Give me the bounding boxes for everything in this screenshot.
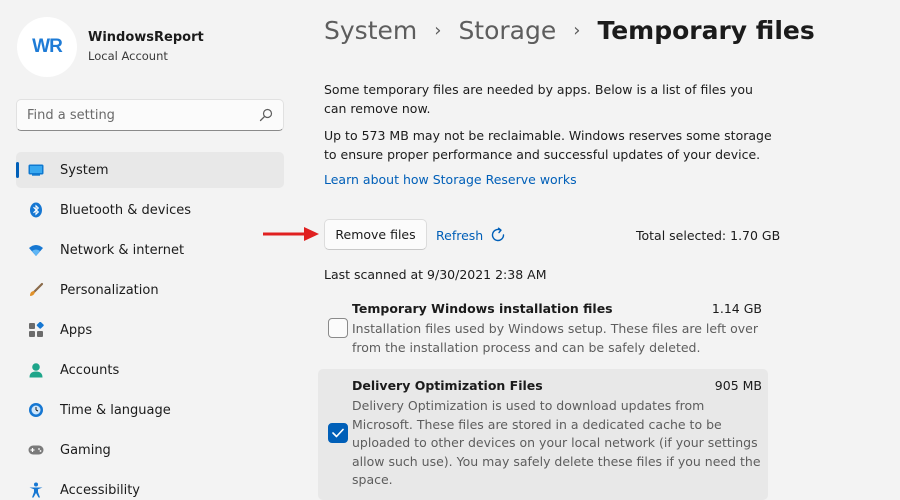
red-arrow-icon xyxy=(263,227,319,241)
search-input[interactable] xyxy=(27,107,259,123)
checkbox-delivery-optimization[interactable] xyxy=(328,423,348,443)
page-title: Temporary files xyxy=(597,16,815,45)
nav-item-personalization[interactable]: Personalization xyxy=(16,272,284,308)
file-item-temp-install[interactable]: Temporary Windows installation files 1.1… xyxy=(318,292,768,360)
nav-label-time-language: Time & language xyxy=(60,402,171,418)
nav-label-network: Network & internet xyxy=(60,242,185,258)
main-content: System › Storage › Temporary files Some … xyxy=(263,0,884,500)
file-size: 1.14 GB xyxy=(711,301,762,316)
accessibility-icon xyxy=(28,482,44,498)
breadcrumb-chevron-icon: › xyxy=(434,20,442,41)
refresh-label: Refresh xyxy=(436,227,484,243)
file-title: Temporary Windows installation files xyxy=(352,301,613,316)
brush-icon xyxy=(28,282,44,298)
sidebar: WR WindowsReport Local Account System Bl… xyxy=(0,0,300,500)
gamepad-icon xyxy=(28,442,44,458)
reserve-note: Up to 573 MB may not be reclaimable. Win… xyxy=(324,128,772,162)
account-name: WindowsReport xyxy=(88,30,204,45)
nav-item-accounts[interactable]: Accounts xyxy=(16,352,284,388)
person-icon xyxy=(28,362,44,378)
breadcrumb-chevron-icon: › xyxy=(573,20,581,41)
search-icon[interactable] xyxy=(259,108,273,122)
apps-icon xyxy=(28,322,44,338)
windowsreport-logo: WR xyxy=(32,36,63,57)
nav-item-accessibility[interactable]: Accessibility xyxy=(16,472,284,500)
nav-label-bluetooth: Bluetooth & devices xyxy=(60,202,191,218)
breadcrumb: System › Storage › Temporary files xyxy=(324,16,815,45)
avatar[interactable]: WR xyxy=(17,17,77,77)
storage-reserve-link[interactable]: Learn about how Storage Reserve works xyxy=(324,172,577,187)
checkbox-temp-install[interactable] xyxy=(328,318,348,338)
refresh-icon xyxy=(492,227,505,242)
refresh-button[interactable]: Refresh xyxy=(436,226,507,244)
breadcrumb-system[interactable]: System xyxy=(324,16,417,45)
breadcrumb-storage[interactable]: Storage xyxy=(458,16,556,45)
nav-label-apps: Apps xyxy=(60,322,93,338)
nav-label-system: System xyxy=(60,162,109,178)
last-scanned: Last scanned at 9/30/2021 2:38 AM xyxy=(324,267,547,282)
remove-files-button[interactable]: Remove files xyxy=(324,219,427,250)
bluetooth-icon xyxy=(28,202,44,218)
nav-item-bluetooth[interactable]: Bluetooth & devices xyxy=(16,192,284,228)
wifi-icon xyxy=(28,242,44,258)
account-type: Local Account xyxy=(88,49,168,63)
search-box[interactable] xyxy=(16,99,284,131)
nav-item-gaming[interactable]: Gaming xyxy=(16,432,284,468)
file-description: Installation files used by Windows setup… xyxy=(352,321,758,355)
nav-list: System Bluetooth & devices Network & int… xyxy=(16,152,284,500)
system-icon xyxy=(28,162,44,178)
checkmark-icon xyxy=(332,428,344,438)
nav-item-system[interactable]: System xyxy=(16,152,284,188)
nav-item-apps[interactable]: Apps xyxy=(16,312,284,348)
file-size: 905 MB xyxy=(714,378,762,393)
nav-item-time-language[interactable]: Time & language xyxy=(16,392,284,428)
total-selected: Total selected: 1.70 GB xyxy=(636,228,781,243)
file-title: Delivery Optimization Files xyxy=(352,378,543,393)
nav-label-accessibility: Accessibility xyxy=(60,482,140,498)
file-item-delivery-optimization[interactable]: Delivery Optimization Files 905 MB Deliv… xyxy=(318,369,768,500)
clock-globe-icon xyxy=(28,402,44,418)
nav-label-accounts: Accounts xyxy=(60,362,120,378)
intro-text: Some temporary files are needed by apps.… xyxy=(324,82,753,116)
nav-label-personalization: Personalization xyxy=(60,282,159,298)
file-description: Delivery Optimization is used to downloa… xyxy=(352,398,761,487)
nav-label-gaming: Gaming xyxy=(60,442,111,458)
nav-item-network[interactable]: Network & internet xyxy=(16,232,284,268)
